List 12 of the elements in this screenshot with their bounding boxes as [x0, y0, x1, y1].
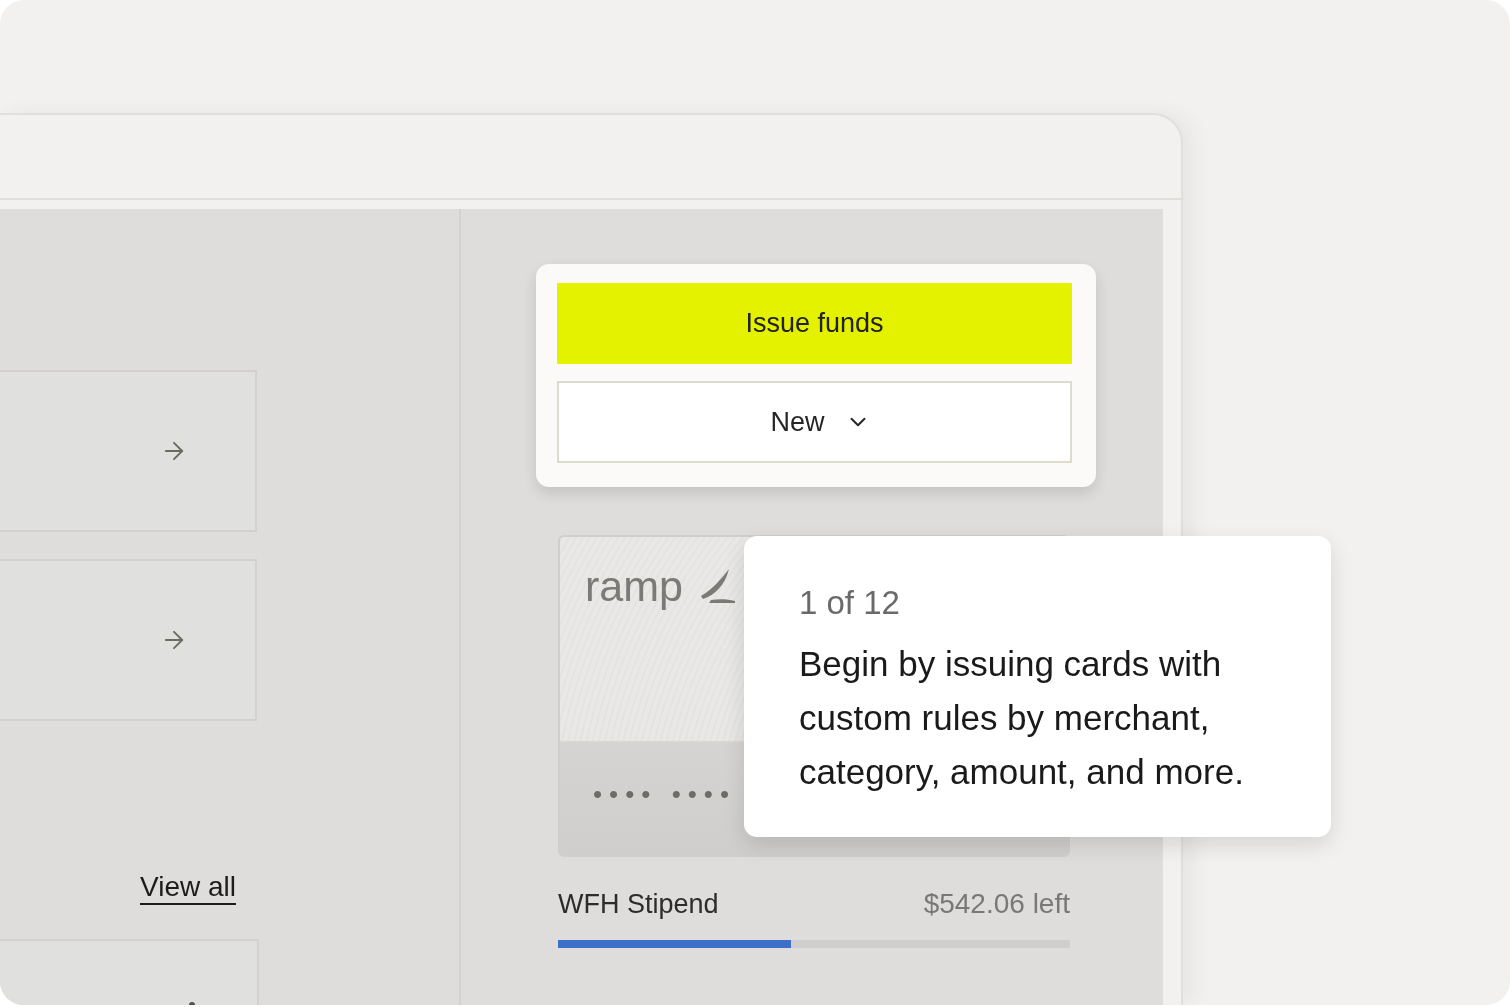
swoosh-logo-icon	[698, 569, 735, 603]
card-brand-text: ramp	[585, 561, 683, 611]
nav-card[interactable]	[0, 559, 257, 721]
tooltip-text: Begin by issuing cards with custom rules by merchant, category, amount, and more.	[799, 643, 1245, 793]
step-counter: 1 of 12	[799, 583, 900, 623]
nav-card[interactable]	[0, 370, 257, 532]
new-dropdown-button[interactable]: New	[557, 381, 1072, 463]
issue-funds-button[interactable]: Issue funds	[557, 283, 1072, 364]
masked-card-number: •••• ••••	[593, 779, 737, 809]
remaining-amount: $542.06 left	[923, 887, 1070, 921]
card-name: WFH Stipend	[558, 888, 719, 921]
view-all-link[interactable]: View all	[140, 871, 236, 903]
